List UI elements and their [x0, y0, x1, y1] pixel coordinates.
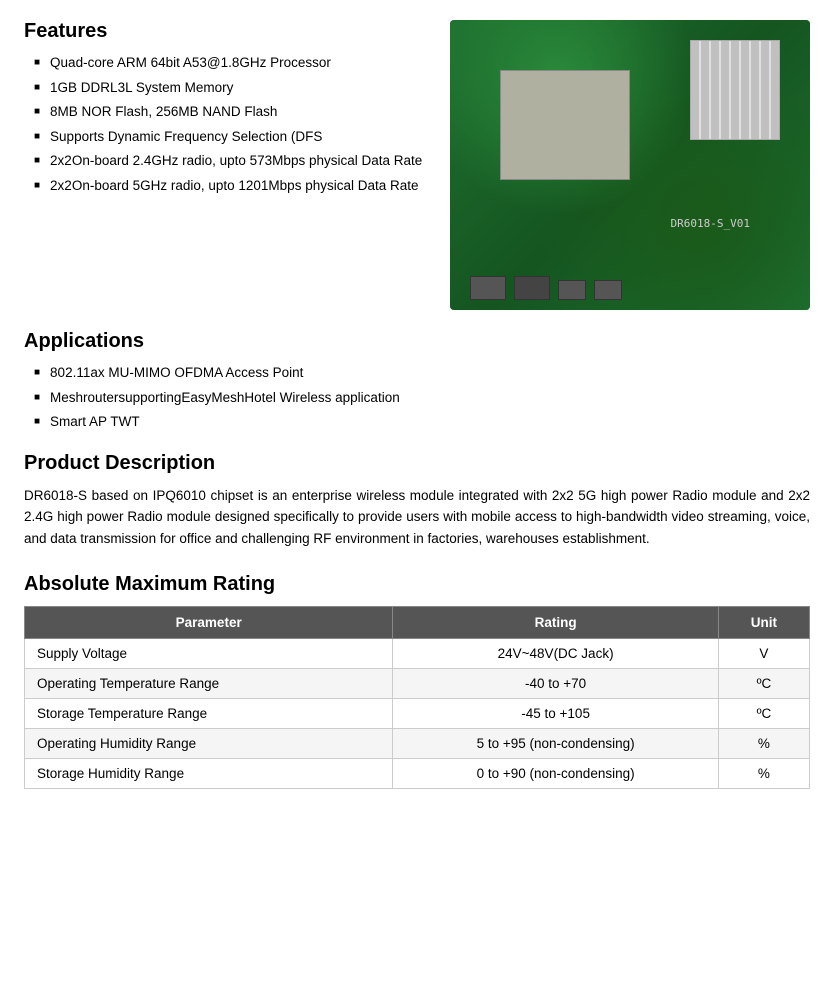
- col-header-rating: Rating: [393, 607, 718, 639]
- table-header-row: Parameter Rating Unit: [25, 607, 810, 639]
- product-description-text: DR6018-S based on IPQ6010 chipset is an …: [24, 485, 810, 550]
- table-row: Supply Voltage24V~48V(DC Jack)V: [25, 639, 810, 669]
- table-cell: Supply Voltage: [25, 639, 393, 669]
- rating-section: Absolute Maximum Rating Parameter Rating…: [24, 573, 810, 789]
- table-cell: Operating Temperature Range: [25, 669, 393, 699]
- module: [500, 70, 630, 180]
- list-item: 1GB DDRL3L System Memory: [34, 78, 430, 98]
- table-cell: 24V~48V(DC Jack): [393, 639, 718, 669]
- table-cell: ºC: [718, 669, 809, 699]
- features-heading: Features: [24, 20, 430, 43]
- col-header-unit: Unit: [718, 607, 809, 639]
- product-description-section: Product Description DR6018-S based on IP…: [24, 452, 810, 550]
- list-item: Smart AP TWT: [34, 412, 810, 432]
- table-cell: Storage Temperature Range: [25, 699, 393, 729]
- board-label: DR6018-S_V01: [671, 217, 750, 230]
- table-cell: -45 to +105: [393, 699, 718, 729]
- features-list: Quad-core ARM 64bit A53@1.8GHz Processor…: [24, 53, 430, 195]
- features-column: Features Quad-core ARM 64bit A53@1.8GHz …: [24, 20, 430, 310]
- list-item: Quad-core ARM 64bit A53@1.8GHz Processor: [34, 53, 430, 73]
- ethernet-port-2: [514, 276, 550, 300]
- table-row: Operating Temperature Range-40 to +70ºC: [25, 669, 810, 699]
- table-cell: Storage Humidity Range: [25, 759, 393, 789]
- table-cell: ºC: [718, 699, 809, 729]
- usb-port: [558, 280, 586, 300]
- usb-port-2: [594, 280, 622, 300]
- ethernet-port: [470, 276, 506, 300]
- table-cell: Operating Humidity Range: [25, 729, 393, 759]
- table-cell: V: [718, 639, 809, 669]
- table-cell: %: [718, 759, 809, 789]
- product-description-heading: Product Description: [24, 452, 810, 475]
- table-cell: %: [718, 729, 809, 759]
- list-item: 8MB NOR Flash, 256MB NAND Flash: [34, 102, 430, 122]
- top-section: Features Quad-core ARM 64bit A53@1.8GHz …: [24, 20, 810, 310]
- ports: [470, 276, 622, 300]
- list-item: Supports Dynamic Frequency Selection (DF…: [34, 127, 430, 147]
- table-cell: 5 to +95 (non-condensing): [393, 729, 718, 759]
- list-item: MeshroutersupportingEasyMeshHotel Wirele…: [34, 388, 810, 408]
- heatsink: [690, 40, 780, 140]
- list-item: 802.11ax MU-MIMO OFDMA Access Point: [34, 363, 810, 383]
- table-cell: 0 to +90 (non-condensing): [393, 759, 718, 789]
- list-item: 2x2On-board 5GHz radio, upto 1201Mbps ph…: [34, 176, 430, 196]
- rating-table: Parameter Rating Unit Supply Voltage24V~…: [24, 606, 810, 789]
- col-header-parameter: Parameter: [25, 607, 393, 639]
- applications-section: Applications 802.11ax MU-MIMO OFDMA Acce…: [24, 330, 810, 432]
- table-row: Operating Humidity Range5 to +95 (non-co…: [25, 729, 810, 759]
- table-row: Storage Humidity Range0 to +90 (non-cond…: [25, 759, 810, 789]
- board-image-col: DR6018-S_V01: [450, 20, 810, 310]
- board-image: DR6018-S_V01: [450, 20, 810, 310]
- applications-list: 802.11ax MU-MIMO OFDMA Access Point Mesh…: [24, 363, 810, 432]
- list-item: 2x2On-board 2.4GHz radio, upto 573Mbps p…: [34, 151, 430, 171]
- applications-heading: Applications: [24, 330, 810, 353]
- table-row: Storage Temperature Range-45 to +105ºC: [25, 699, 810, 729]
- rating-heading: Absolute Maximum Rating: [24, 573, 810, 596]
- table-cell: -40 to +70: [393, 669, 718, 699]
